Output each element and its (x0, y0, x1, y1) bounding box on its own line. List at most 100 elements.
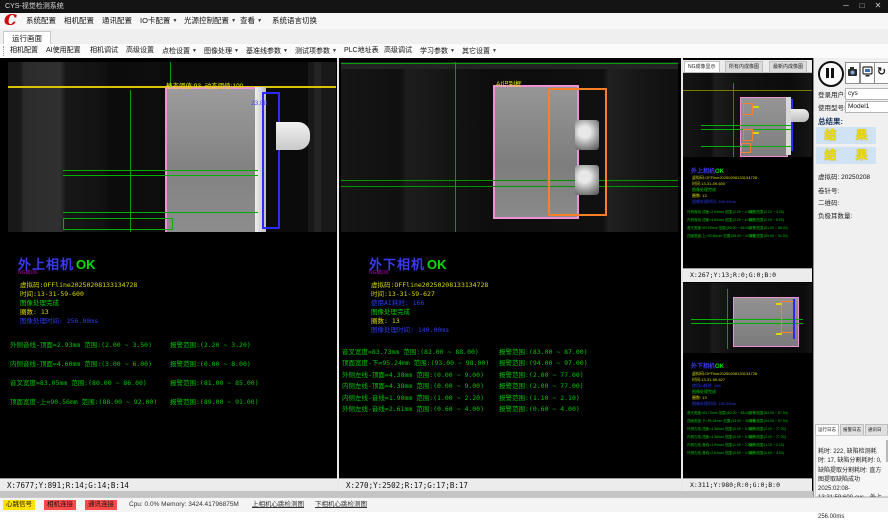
log-view[interactable]: 耗时: 222, 缺陷检测耗时: 17, 缺陷分割耗时: 0, 缺陷提取分割耗时… (815, 435, 888, 497)
winding-pin-label: 卷针号: (818, 185, 839, 195)
login-user-label: 登录用户: (818, 89, 846, 99)
menu-io-config[interactable]: IO卡配置 ▼ (140, 13, 177, 29)
measure-line-overlay (701, 125, 791, 126)
process-time-line: 图像处理时间: 140.00ms (692, 401, 736, 407)
alarm-range: 报警范围:(89.00 ~ 91.00) (170, 396, 259, 406)
measure-line-overlay (455, 62, 456, 232)
camera-image-small-bottom[interactable] (683, 283, 812, 353)
measure-value-overlay (753, 106, 759, 108)
tool-image-process[interactable]: 图像处理 ▼ (204, 44, 239, 58)
tab-all-images[interactable]: 所有内成像图 (725, 61, 763, 73)
status-bar: 心跳信号 相机连接 通讯连接 Cpu: 0.0% Memory: 3424.41… (0, 497, 888, 512)
mini-result-title: 外上相机OK (691, 166, 724, 175)
pixel-coordinate-bar: X:311;Y:980;R:0;G:0;B:0 (683, 478, 812, 492)
tool-advanced-debug[interactable]: 高级调试 (384, 44, 412, 58)
monitor-view-button[interactable] (860, 62, 875, 84)
alarm-range: 报警范围:(81.00 ~ 85.00) (170, 377, 259, 387)
blue-roi-overlay (793, 299, 795, 339)
heartbeat-status-badge: 心跳信号 (3, 500, 35, 510)
baseline-overlay (683, 90, 812, 91)
alarm-range: 报警范围:(0.60 ~ 4.00) (499, 403, 580, 413)
login-user-field[interactable]: cys (845, 88, 888, 100)
camera-subtitle: NG或OK (18, 269, 38, 276)
result-badge-lower: 结 果 (816, 147, 876, 164)
camera-image-left[interactable]: 静态阈值:93, 动态阈值:100 23.88 (8, 62, 336, 232)
chevron-down-icon: ▼ (332, 48, 337, 54)
tool-test-param[interactable]: 测试项参数 ▼ (295, 44, 337, 58)
cpu-memory-text: Cpu: 0.0% Memory: 3424.41796875M (129, 500, 239, 510)
pixel-coordinates: X:267;Y:13;R:0;G:0;B:0 (690, 271, 776, 279)
close-button[interactable]: ✕ (870, 0, 886, 13)
tab-latest-image[interactable]: 最新内成像图 (769, 61, 807, 73)
measure-value-overlay: 23.88 (251, 100, 267, 107)
alarm-range: 报警范围:(1.10 ~ 2.10) (499, 392, 580, 402)
measurement-label: 外侧音线-顶面=2.93mm 范围:(2.00 ~ 3.50) (10, 339, 152, 349)
chevron-down-icon: ▼ (231, 18, 236, 24)
application-window: CYS-视觉检测系统 ─ □ ✕ C 系统配置 相机配置 通讯配置 IO卡配置 … (0, 0, 888, 522)
threshold-overlay-label: 静态阈值:93, 动态阈值:100 (166, 80, 243, 90)
menu-bar: C 系统配置 相机配置 通讯配置 IO卡配置 ▼ 光源控制配置 ▼ 查看 ▼ 系… (0, 13, 888, 30)
alarm-range: 报警范围:(2.00 ~ 77.00) (499, 380, 584, 390)
upper-camera-heartbeat-link[interactable]: 上相机心跳检测图 (252, 500, 304, 510)
minimize-button[interactable]: ─ (838, 0, 854, 13)
alarm-range: 报警范围:(2.20 ~ 3.20) (170, 339, 251, 349)
chevron-down-icon: ▼ (234, 48, 239, 54)
measurement-label: 内侧左线-音线=1.90mm 范围:(1.00 ~ 2.20) (687, 443, 753, 448)
tool-ai-config[interactable]: AI使用配置 (46, 44, 81, 58)
ai-roi-label: AI识别框 (496, 78, 522, 88)
camera-capture-button[interactable] (845, 62, 860, 84)
page-tab-bar: 运行画面 (0, 29, 888, 45)
tool-other-settings[interactable]: 其它设置 ▼ (462, 44, 497, 58)
tool-camera-debug[interactable]: 相机调试 (90, 44, 118, 58)
menu-camera-config[interactable]: 相机配置 (64, 13, 94, 29)
measure-line-overlay (727, 289, 728, 349)
measurement-label: 内侧音线-顶面=4.60mm 范围:(3.00 ~ 6.00) (10, 358, 152, 368)
tab-ng-image[interactable]: NG成像显示 (684, 61, 720, 73)
chevron-down-icon: ▼ (257, 18, 262, 24)
measurement-label: 顶面宽度-上=90.56mm 范围:(88.00 ~ 92.00) (10, 396, 157, 406)
tool-learn-param[interactable]: 学习参数 ▼ (420, 44, 455, 58)
model-field[interactable]: Model1 (845, 101, 888, 113)
menu-view[interactable]: 查看 ▼ (240, 13, 262, 29)
tool-advanced-set[interactable]: 高级设置 (126, 44, 154, 58)
measure-line-overlay (63, 212, 258, 213)
alarm-range: 报警范围:(1.10 ~ 2.10) (749, 443, 784, 448)
ai-detect-roi-overlay (741, 143, 751, 153)
refresh-button[interactable]: ↻ (874, 62, 888, 84)
camera-connect-badge: 相机连接 (44, 500, 76, 510)
refresh-icon: ↻ (877, 66, 886, 78)
pause-button[interactable] (818, 61, 844, 87)
maximize-button[interactable]: □ (854, 0, 870, 13)
camera-image-small-top[interactable] (683, 73, 812, 157)
camera-image-center[interactable]: AI识别框 (341, 62, 678, 232)
menu-language-switch[interactable]: 系统语言切换 (272, 13, 317, 29)
tool-baseline-param[interactable]: 基准线参数 ▼ (246, 44, 288, 58)
tool-spot-check[interactable]: 点检设置 ▼ (162, 44, 197, 58)
lower-camera-heartbeat-link[interactable]: 下相机心跳检测图 (315, 500, 367, 510)
qr-code-label: 二维码: (818, 197, 839, 207)
menu-system-config[interactable]: 系统配置 (26, 13, 56, 29)
measure-value-overlay (776, 333, 782, 335)
app-logo-icon: C (4, 11, 16, 29)
connector-part (791, 109, 809, 122)
alarm-range: 报警范围:(94.00 ~ 97.00) (499, 357, 588, 367)
tool-plc-table[interactable]: PLC地址表 (344, 44, 379, 58)
tab-run-screen[interactable]: 运行画面 (3, 31, 51, 45)
mini-result-title: 外下相机OK (691, 361, 724, 370)
menu-light-config[interactable]: 光源控制配置 ▼ (184, 13, 236, 29)
measure-line-overlay (341, 63, 678, 64)
pixel-coordinates: X:311;Y:980;R:0;G:0;B:0 (690, 481, 780, 489)
menu-comm-config[interactable]: 通讯配置 (102, 13, 132, 29)
tool-camera-config[interactable]: 相机配置 (10, 44, 38, 58)
chevron-down-icon: ▼ (192, 48, 197, 54)
measurement-label: 外侧左线-音线=2.61mm 范围:(0.60 ~ 4.00) (342, 403, 484, 413)
side-panel: ↻ 登录用户: cys 使用型号: Model1 总结果: 结 果 结 果 虚拟… (813, 58, 888, 497)
camera-subtitle: NG或OK (369, 269, 389, 276)
alarm-range: 报警范围:(0.00 ~ 8.00) (749, 218, 784, 223)
measurement-label: 顶面宽度-下=95.24mm 范围:(93.00 ~ 98.00) (342, 357, 489, 367)
field-value: 20250208 (841, 174, 870, 181)
measurement-label: 音叉宽度=83.05mm 范围:(80.00 ~ 86.00) (10, 377, 147, 387)
camera-panel-left: 静态阈值:93, 动态阈值:100 23.88 外上相机OK NG或OK 虚拟码… (0, 58, 337, 491)
virtual-code-field: 虚拟码: 20250208 (818, 171, 870, 181)
pixel-coordinate-bar: X:270;Y:2502;R:17;G:17;B:17 (339, 478, 681, 492)
